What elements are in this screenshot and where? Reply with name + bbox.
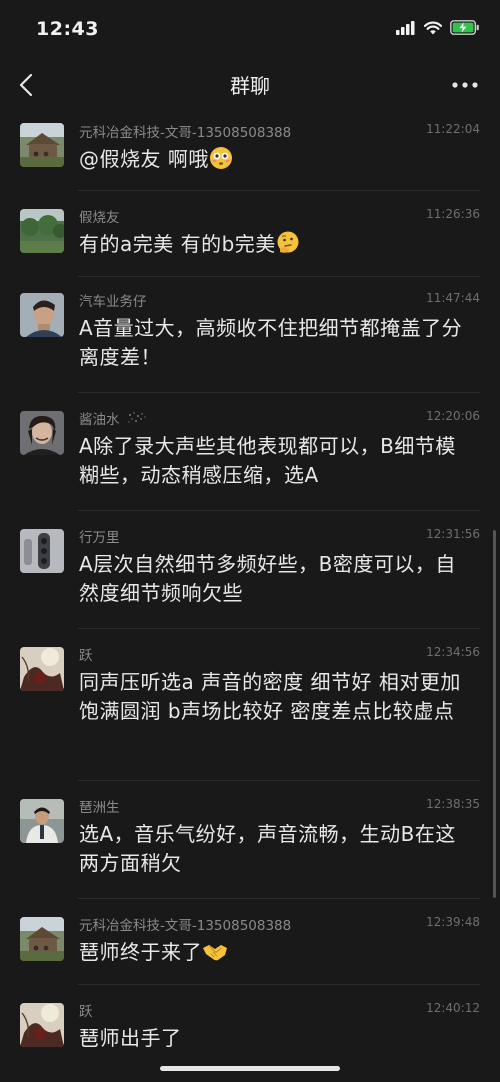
divider [78,780,480,781]
status-bar: 12:43 [0,0,500,58]
flushed-face-emoji [209,147,232,169]
sender-name: 跃 [79,1004,93,1020]
message-text-content: 有的a完美 有的b完美 [79,232,276,256]
sender-name: 酱油水 [79,412,120,428]
list-item[interactable]: 琶洲生 12:38:35 选A，音乐气纷好，声音流畅，生动B在这两方面稍欠 [0,780,500,898]
status-icons [396,20,480,35]
status-time: 12:43 [36,18,99,40]
divider [78,392,480,393]
sender-name: 假烧友 [79,210,120,226]
message-time: 11:47:44 [426,291,480,305]
divider [78,190,480,191]
message-time: 11:22:04 [426,122,480,136]
message-text[interactable]: A音量过大，高频收不住把细节都掩盖了分离度差！ [79,314,474,372]
avatar[interactable] [20,529,64,573]
avatar[interactable] [20,917,64,961]
home-indicator[interactable] [160,1066,340,1071]
avatar[interactable] [20,411,64,455]
message-text[interactable]: @假烧友 啊哦 [79,145,474,174]
message-time: 12:39:48 [426,915,480,929]
message-text[interactable]: A层次自然细节多频好些，B密度可以，自然度细节频响欠些 [79,550,474,608]
message-time: 12:34:56 [426,645,480,659]
chat-list[interactable]: 元科冶金科技-文哥-13508508388 11:22:04 @假烧友 啊哦 假… [0,112,500,1082]
message-time: 11:26:36 [426,207,480,221]
message-text[interactable]: 有的a完美 有的b完美 [79,230,474,259]
page-title: 群聊 [230,74,270,98]
divider [78,898,480,899]
list-item[interactable]: 酱油水 12:20:06 A除了录大声些其他表现都可以，B细节模糊些，动态稍感压… [0,392,500,510]
message-time: 12:38:35 [426,797,480,811]
sender-name: 汽车业务仔 [79,294,147,310]
list-item[interactable]: 汽车业务仔 11:47:44 A音量过大，高频收不住把细节都掩盖了分离度差！ [0,276,500,392]
wifi-icon [424,21,442,34]
message-text-content: 琶师终于来了 [79,940,202,964]
cellular-signal-icon [396,20,415,35]
avatar[interactable] [20,123,64,167]
thinking-face-emoji [277,231,299,253]
sender-name: 跃 [79,648,93,664]
more-button[interactable] [448,70,482,100]
message-text[interactable]: 同声压听选a 声音的密度 细节好 相对更加饱满圆润 b声场比较好 密度差点比较虚… [79,668,474,726]
message-time: 12:20:06 [426,409,480,423]
message-text[interactable]: 琶师出手了 [79,1024,474,1053]
list-item[interactable]: 元科冶金科技-文哥-13508508388 12:39:48 琶师终于来了 [0,898,500,984]
chat-screen: 12:43 群聊 元科冶金科技-文哥-13508508388 11:22:04 … [0,0,500,1082]
message-text[interactable]: A除了录大声些其他表现都可以，B细节模糊些，动态稍感压缩，选A [79,432,474,490]
divider [78,628,480,629]
battery-charging-icon [450,20,479,35]
avatar[interactable] [20,647,64,691]
nav-bar: 群聊 [0,58,500,112]
avatar[interactable] [20,799,64,843]
sender-name: 行万里 [79,530,120,546]
avatar[interactable] [20,209,64,253]
divider [78,984,480,985]
list-item[interactable]: 跃 12:34:56 同声压听选a 声音的密度 细节好 相对更加饱满圆润 b声场… [0,628,500,780]
message-time: 12:40:12 [426,1001,480,1015]
message-text-content: @假烧友 啊哦 [79,147,209,171]
divider [78,510,480,511]
sender-name: 元科冶金科技-文哥-13508508388 [79,918,292,934]
list-item[interactable]: 假烧友 11:26:36 有的a完美 有的b完美 [0,190,500,276]
list-item[interactable]: 行万里 12:31:56 A层次自然细节多频好些，B密度可以，自然度细节频响欠些 [0,510,500,628]
avatar[interactable] [20,293,64,337]
message-text[interactable]: 琶师终于来了 [79,938,474,967]
scrollbar[interactable] [493,530,496,898]
more-dots-icon [452,82,478,88]
message-time: 12:31:56 [426,527,480,541]
sender-name: 琶洲生 [79,800,120,816]
list-item[interactable]: 元科冶金科技-文哥-13508508388 11:22:04 @假烧友 啊哦 [0,112,500,190]
handshake-emoji [203,944,227,961]
avatar[interactable] [20,1003,64,1047]
message-text[interactable]: 选A，音乐气纷好，声音流畅，生动B在这两方面稍欠 [79,820,474,878]
divider [78,276,480,277]
sender-name: 元科冶金科技-文哥-13508508388 [79,125,292,141]
sparkle-icon [128,412,146,423]
